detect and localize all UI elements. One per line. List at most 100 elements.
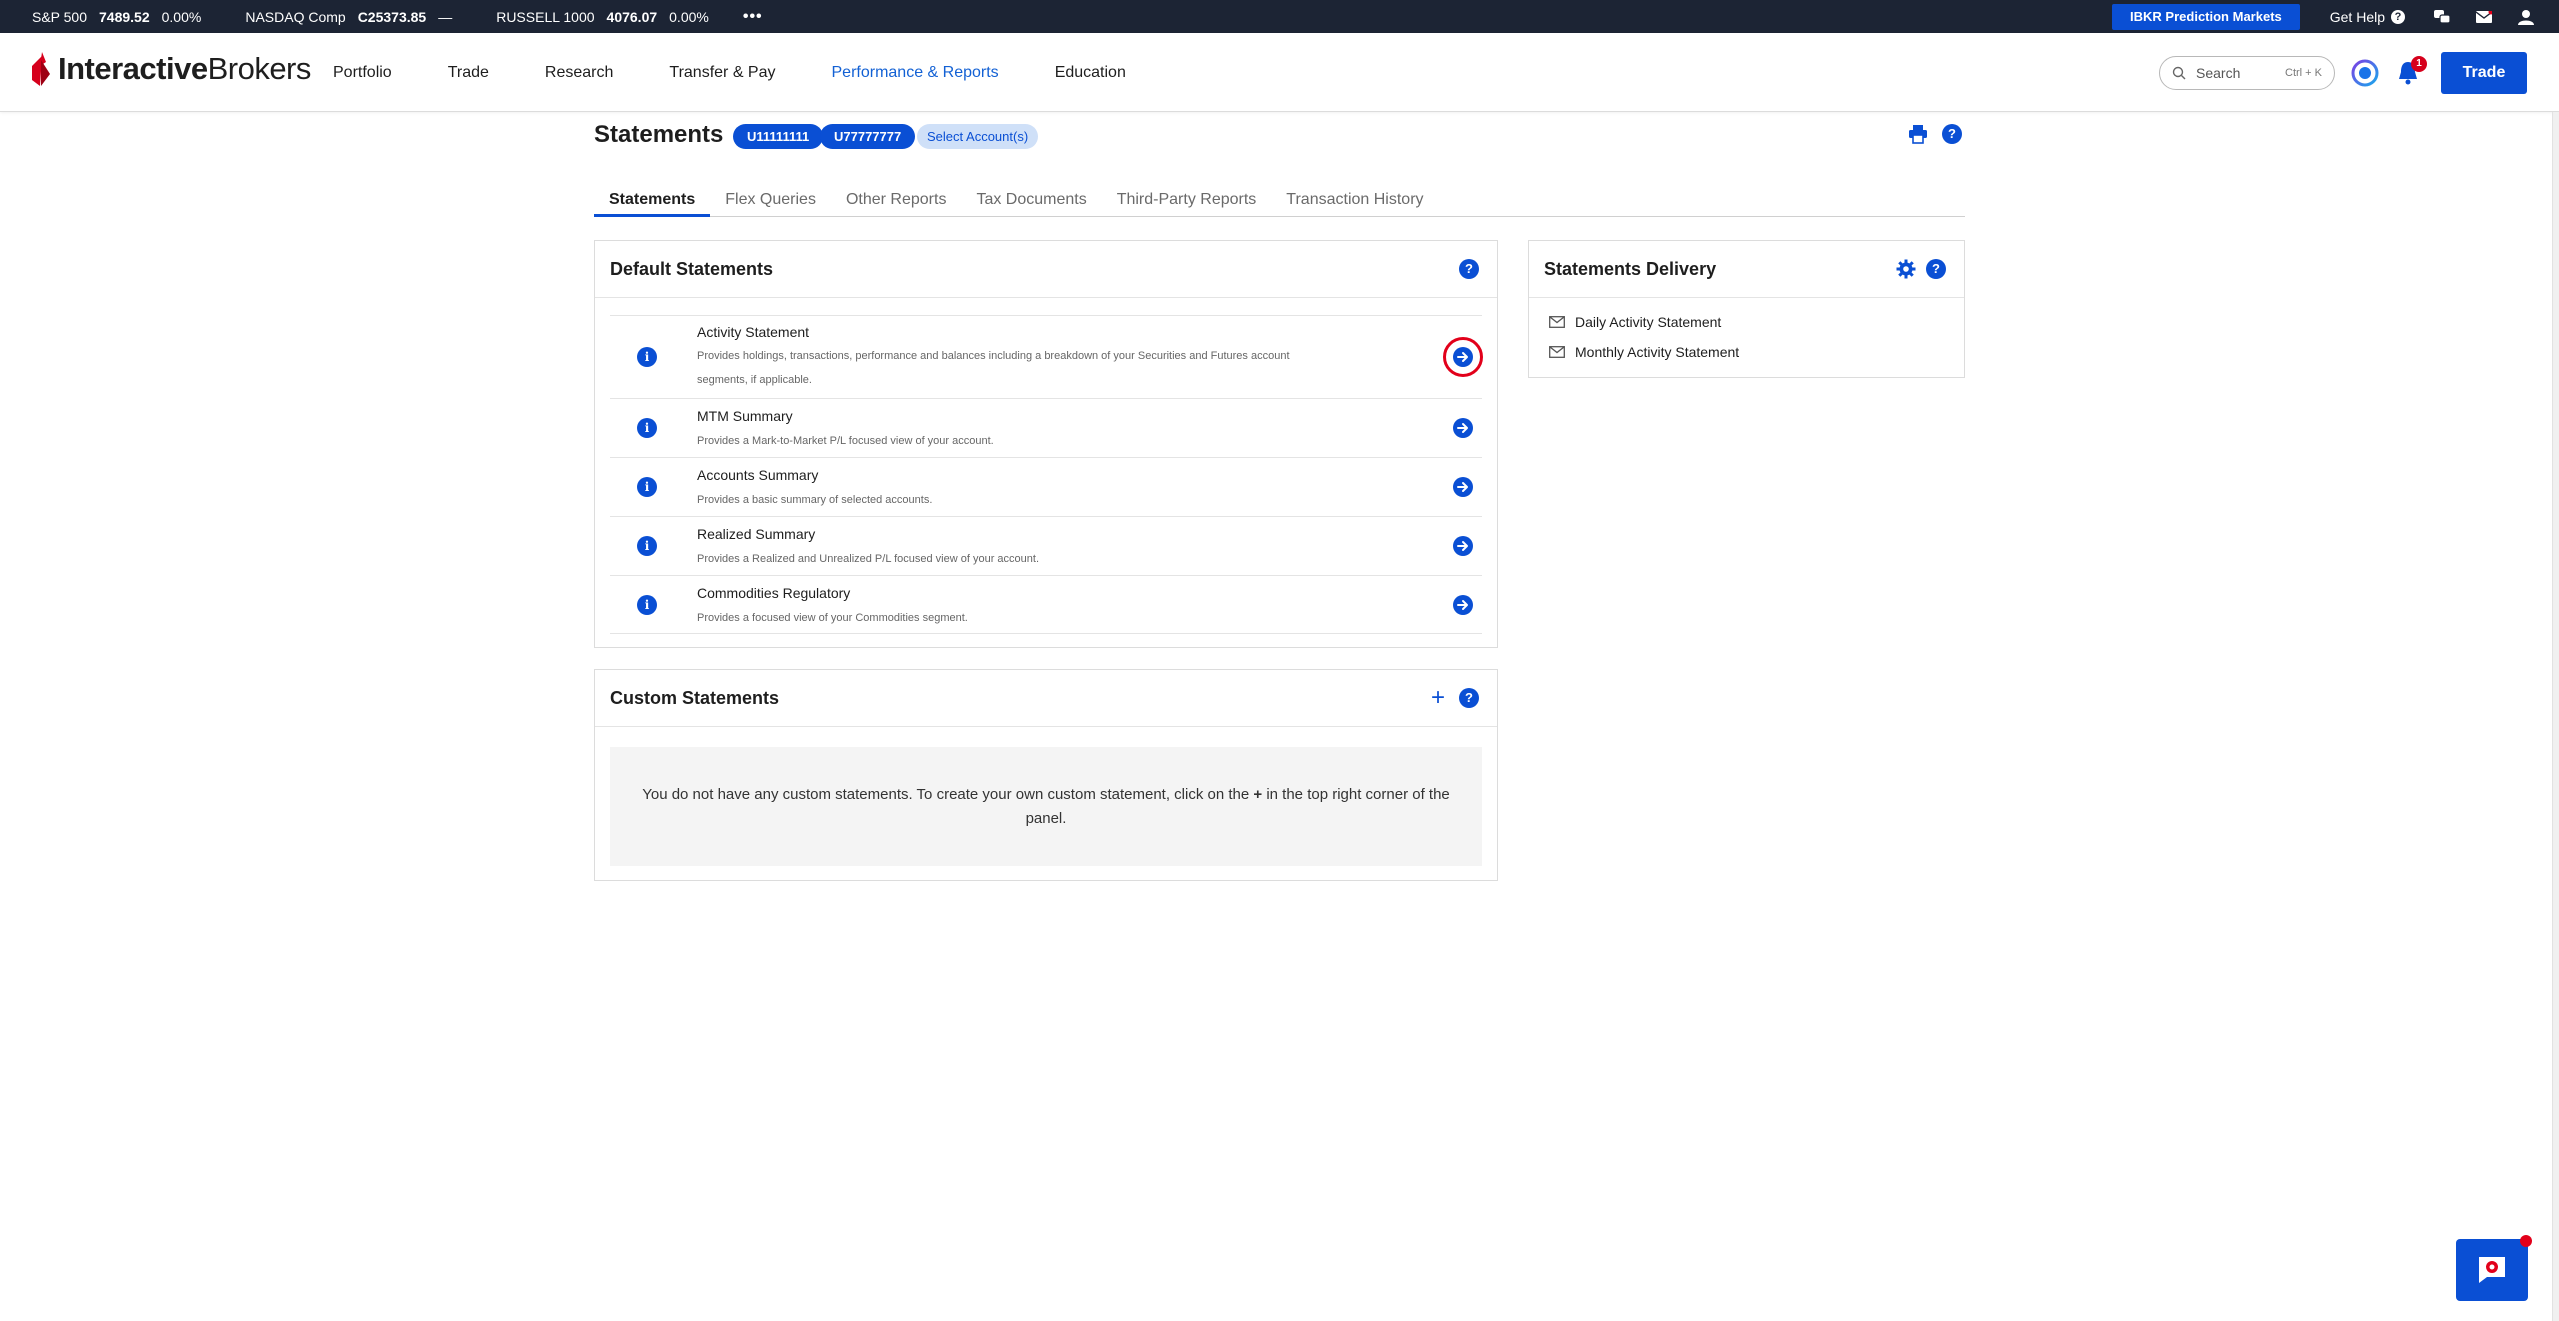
statement-name: Accounts Summary (697, 467, 819, 483)
mail-icon[interactable] (2475, 8, 2493, 26)
select-accounts-button[interactable]: Select Account(s) (917, 124, 1039, 149)
panel-title: Default Statements (610, 259, 774, 279)
user-icon[interactable] (2517, 8, 2535, 26)
help-icon[interactable]: ? (1926, 259, 1946, 279)
logo-text: Brokers (207, 51, 312, 86)
chat-assistant-icon (2479, 1257, 2505, 1283)
search-shortcut-hint: Ctrl + K (2285, 66, 2322, 79)
statement-name: Commodities Regulatory (697, 585, 851, 601)
ai-assistant-icon[interactable] (2351, 59, 2379, 87)
nav-actions: Ctrl + K 1 Trade (2159, 33, 2527, 112)
statement-description: Provides a basic summary of selected acc… (697, 494, 933, 506)
notification-badge: 1 (2411, 55, 2427, 72)
add-custom-statement-button[interactable]: + (1431, 686, 1445, 710)
delivery-item-label: Monthly Activity Statement (1575, 344, 1740, 360)
statement-description: Provides a Mark-to-Market P/L focused vi… (697, 435, 994, 447)
panel-title: Statements Delivery (1544, 259, 1717, 279)
info-icon[interactable]: i (637, 347, 657, 367)
arrow-right-icon[interactable] (1453, 595, 1473, 615)
statement-description: Provides holdings, transactions, perform… (697, 350, 1290, 386)
envelope-icon (1549, 316, 1565, 328)
info-icon[interactable]: i (637, 418, 657, 438)
panel-header-actions: + ? (1431, 686, 1479, 710)
statements-delivery-panel: Statements Delivery ? Daily Activity Sta… (1528, 240, 1965, 378)
statement-row-realized-summary[interactable]: i Realized Summary Provides a Realized a… (610, 516, 1482, 575)
notifications-button[interactable]: 1 (2393, 55, 2427, 88)
nav-performance-reports[interactable]: Performance & Reports (832, 64, 999, 82)
chat-support-button[interactable] (2456, 1235, 2532, 1301)
statement-row-commodities[interactable]: i Commodities Regulatory Provides a focu… (610, 575, 1482, 634)
ticker-change: — (438, 8, 453, 25)
nav-menu: Portfolio Trade Research Transfer & Pay … (333, 33, 1182, 112)
info-icon[interactable]: i (637, 477, 657, 497)
account-pill[interactable]: U77777777 (820, 124, 916, 149)
ticker-change: 0.00% (669, 8, 709, 25)
search-input[interactable] (2196, 64, 2276, 81)
statement-name: MTM Summary (697, 408, 793, 424)
statement-description: Provides a Realized and Unrealized P/L f… (697, 553, 1040, 565)
nav-transfer-pay[interactable]: Transfer & Pay (669, 64, 775, 82)
ticker-value: 4076.07 (606, 8, 658, 25)
tab-tax-documents[interactable]: Tax Documents (961, 187, 1101, 217)
info-icon[interactable]: i (637, 595, 657, 615)
nav-trade[interactable]: Trade (448, 64, 489, 82)
help-icon[interactable]: ? (1459, 259, 1479, 279)
get-help-button[interactable]: Get Help ? (2330, 9, 2405, 25)
arrow-right-icon[interactable] (1453, 477, 1473, 497)
tab-other-reports[interactable]: Other Reports (831, 187, 961, 217)
ticker-more-button[interactable]: ••• (743, 8, 763, 26)
delivery-item-label: Daily Activity Statement (1575, 314, 1722, 330)
market-ticker-bar: S&P 500 7489.52 0.00% NASDAQ Comp C25373… (0, 0, 2559, 33)
arrow-right-icon[interactable] (1453, 418, 1473, 438)
statement-row-mtm[interactable]: i MTM Summary Provides a Mark-to-Market … (610, 398, 1482, 457)
search-icon (2172, 66, 2186, 79)
panel-title: Custom Statements (610, 688, 780, 708)
empty-message-text: You do not have any custom statements. T… (642, 785, 1250, 803)
print-icon[interactable] (1908, 124, 1928, 144)
info-icon[interactable]: i (637, 536, 657, 556)
gear-icon[interactable] (1896, 259, 1916, 279)
help-icon[interactable]: ? (1459, 688, 1479, 708)
panel-header: Default Statements ? (595, 241, 1497, 298)
ticker-item[interactable]: S&P 500 7489.52 0.00% (32, 9, 213, 25)
chat-bubbles-icon[interactable] (2433, 8, 2451, 26)
nav-education[interactable]: Education (1055, 64, 1126, 82)
panel-header: Custom Statements + ? (595, 670, 1497, 727)
delivery-item-daily[interactable]: Daily Activity Statement (1549, 314, 1721, 330)
statement-row-activity[interactable]: i Activity Statement Provides holdings, … (610, 315, 1483, 398)
tab-statements[interactable]: Statements (594, 187, 711, 217)
ticker-change: 0.00% (161, 8, 202, 25)
trade-button[interactable]: Trade (2441, 51, 2527, 94)
ticker-item[interactable]: RUSSELL 1000 4076.07 0.00% (496, 9, 721, 25)
page-scrollbar[interactable] (2552, 112, 2559, 1321)
statement-row-accounts-summary[interactable]: i Accounts Summary Provides a basic summ… (610, 457, 1482, 516)
nav-research[interactable]: Research (545, 64, 613, 82)
ticker-name: RUSSELL 1000 (496, 8, 595, 25)
arrow-right-icon[interactable] (1453, 536, 1473, 556)
help-icon[interactable]: ? (1942, 124, 1962, 144)
prediction-markets-button[interactable]: IBKR Prediction Markets (2112, 3, 2300, 30)
account-pill[interactable]: U11111111 (733, 124, 824, 149)
statement-description: Provides a focused view of your Commodit… (697, 612, 968, 624)
ticker-name: S&P 500 (32, 8, 88, 25)
logo-flame-icon (32, 52, 50, 86)
delivery-item-monthly[interactable]: Monthly Activity Statement (1549, 344, 1739, 360)
page-title: Statements (594, 121, 724, 148)
get-help-label: Get Help (2329, 8, 2385, 25)
panel-header: Statements Delivery ? (1529, 241, 1964, 298)
envelope-icon (1549, 346, 1565, 358)
logo-text-bold: Interactive (58, 51, 208, 86)
ticker-item[interactable]: NASDAQ Comp C25373.85 — (245, 9, 464, 25)
tab-third-party-reports[interactable]: Third-Party Reports (1102, 187, 1272, 217)
ticker-value: 7489.52 (99, 8, 150, 25)
interactive-brokers-logo[interactable]: Interactive Brokers (30, 51, 311, 87)
highlight-ring (1443, 337, 1483, 377)
tab-transaction-history[interactable]: Transaction History (1271, 187, 1438, 217)
statement-name: Realized Summary (697, 526, 816, 542)
statement-list: i Activity Statement Provides holdings, … (610, 315, 1483, 634)
nav-portfolio[interactable]: Portfolio (333, 64, 392, 82)
tab-flex-queries[interactable]: Flex Queries (710, 187, 831, 217)
ticker-value: C25373.85 (357, 8, 427, 25)
search-box[interactable]: Ctrl + K (2159, 55, 2335, 90)
statements-tabs: Statements Flex Queries Other Reports Ta… (594, 187, 1965, 217)
